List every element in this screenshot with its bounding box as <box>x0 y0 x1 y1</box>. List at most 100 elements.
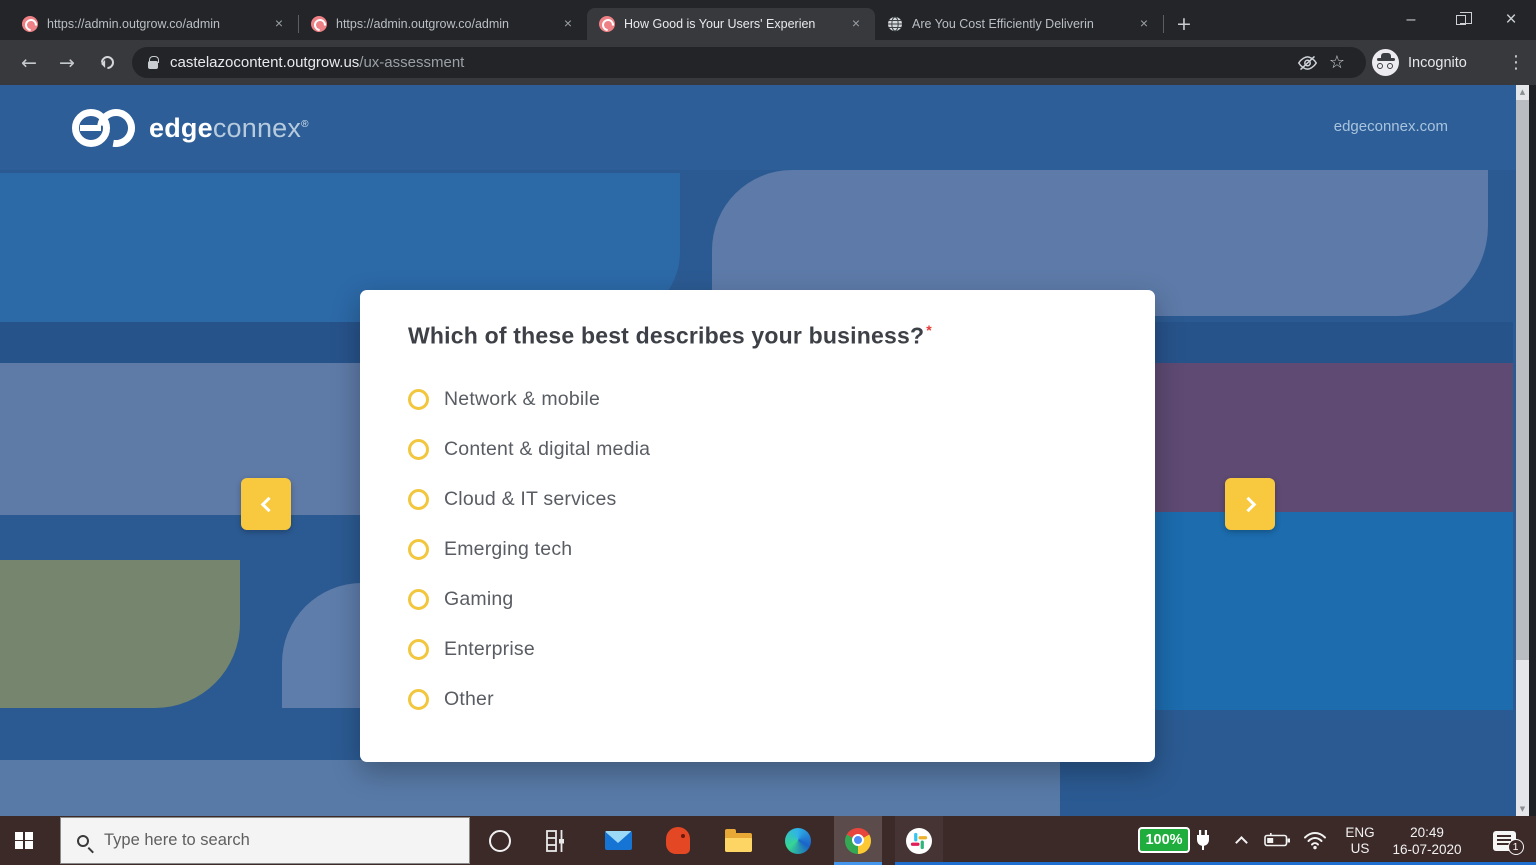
eye-hidden-button[interactable] <box>1292 48 1322 78</box>
tray-expand-button[interactable] <box>1226 816 1256 865</box>
site-link[interactable]: edgeconnex.com <box>1334 118 1448 135</box>
radio-icon[interactable] <box>408 489 429 510</box>
question-text: Which of these best describes your busin… <box>408 322 932 350</box>
option-cloud-it-services[interactable]: Cloud & IT services <box>408 474 650 524</box>
language-indicator[interactable]: ENG US <box>1340 816 1380 865</box>
minimize-button[interactable]: – <box>1386 0 1436 40</box>
taskbar-search[interactable] <box>60 817 470 864</box>
battery-icon <box>1264 833 1291 848</box>
options-list: Network & mobile Content & digital media… <box>408 374 650 724</box>
radio-icon[interactable] <box>408 389 429 410</box>
scroll-down-arrow[interactable]: ▼ <box>1516 802 1529 816</box>
tab-close-icon[interactable]: × <box>1135 15 1153 33</box>
tab-title: Are You Cost Efficiently Deliverin <box>912 17 1135 31</box>
radio-icon[interactable] <box>408 689 429 710</box>
scrollbar-thumb[interactable] <box>1516 100 1529 660</box>
tab-close-icon[interactable]: × <box>559 15 577 33</box>
mail-app-button[interactable] <box>594 816 642 865</box>
incognito-badge: Incognito <box>1372 40 1467 85</box>
site-header: edgeconnex® edgeconnex.com <box>0 85 1536 170</box>
radio-icon[interactable] <box>408 539 429 560</box>
scroll-up-arrow[interactable]: ▲ <box>1516 85 1529 99</box>
incognito-label: Incognito <box>1408 55 1467 71</box>
cortana-icon <box>489 830 511 852</box>
tab-close-icon[interactable]: × <box>847 15 865 33</box>
lock-icon[interactable] <box>148 61 158 69</box>
tab-admin-outgrow-1[interactable]: https://admin.outgrow.co/admin × <box>10 8 298 40</box>
power-plug-indicator <box>1192 816 1214 865</box>
file-explorer-button[interactable] <box>714 816 762 865</box>
tab-ux-assessment-active[interactable]: How Good is Your Users' Experien × <box>587 8 875 40</box>
chrome-browser-button[interactable] <box>834 816 882 865</box>
task-view-button[interactable] <box>532 816 580 865</box>
bookmark-star-icon[interactable]: ☆ <box>1322 48 1352 78</box>
plug-icon <box>1196 830 1210 852</box>
chevron-left-icon <box>260 496 276 512</box>
tab-close-icon[interactable]: × <box>270 15 288 33</box>
edge-icon <box>785 828 811 854</box>
bg-shape-purple-band <box>1100 363 1513 512</box>
outgrow-favicon-icon <box>311 16 327 32</box>
language-code: ENG <box>1345 825 1374 841</box>
search-icon <box>77 835 89 847</box>
option-enterprise[interactable]: Enterprise <box>408 624 650 674</box>
date-text: 16-07-2020 <box>1392 841 1461 858</box>
slack-app-button[interactable] <box>895 816 943 865</box>
tab-admin-outgrow-2[interactable]: https://admin.outgrow.co/admin × <box>299 8 587 40</box>
url-text: castelazocontent.outgrow.us/ux-assessmen… <box>170 54 1292 71</box>
chrome-icon <box>845 828 871 854</box>
bg-shape-bright-blue <box>1100 512 1513 710</box>
next-button[interactable] <box>1225 478 1275 530</box>
taskbar: 100% <box>0 816 1536 865</box>
slack-icon <box>906 828 932 854</box>
browser-menu-button[interactable]: ⋮ <box>1496 40 1536 85</box>
option-network-mobile[interactable]: Network & mobile <box>408 374 650 424</box>
url-path: /ux-assessment <box>359 54 464 71</box>
search-input[interactable] <box>102 830 432 851</box>
radio-icon[interactable] <box>408 589 429 610</box>
task-view-icon <box>545 828 567 854</box>
reload-icon <box>98 53 116 71</box>
bg-shape-left-slate-band <box>0 363 360 515</box>
tab-title: https://admin.outgrow.co/admin <box>47 17 270 31</box>
wifi-status-button[interactable] <box>1298 816 1332 865</box>
clock[interactable]: 20:49 16-07-2020 <box>1384 816 1470 865</box>
option-content-digital-media[interactable]: Content & digital media <box>408 424 650 474</box>
option-emerging-tech[interactable]: Emerging tech <box>408 524 650 574</box>
new-tab-button[interactable]: + <box>1170 10 1198 38</box>
mail-icon <box>605 831 632 850</box>
back-button[interactable]: ← <box>12 40 46 85</box>
tab-title: https://admin.outgrow.co/admin <box>336 17 559 31</box>
brand-text: edgeconnex® <box>149 113 309 144</box>
required-asterisk: * <box>926 322 932 338</box>
notification-center-button[interactable]: 1 <box>1482 816 1526 865</box>
edge-browser-button[interactable] <box>774 816 822 865</box>
survey-card: Which of these best describes your busin… <box>360 290 1155 762</box>
battery-status-button[interactable] <box>1258 816 1296 865</box>
wifi-icon <box>1303 831 1327 850</box>
tab-cost-efficiency[interactable]: Are You Cost Efficiently Deliverin × <box>875 8 1163 40</box>
option-other[interactable]: Other <box>408 674 650 724</box>
cortana-button[interactable] <box>476 816 524 865</box>
chevron-up-icon <box>1235 836 1248 849</box>
bg-shape-green <box>0 560 240 708</box>
reload-button[interactable] <box>90 40 124 85</box>
outgrow-favicon-icon <box>22 16 38 32</box>
notification-icon: 1 <box>1493 831 1516 851</box>
red-mascot-app-button[interactable] <box>654 816 702 865</box>
tab-title: How Good is Your Users' Experien <box>624 17 847 31</box>
forward-button[interactable]: → <box>50 40 84 85</box>
tab-strip: https://admin.outgrow.co/admin × https:/… <box>10 8 1198 40</box>
address-bar[interactable]: castelazocontent.outgrow.us/ux-assessmen… <box>132 47 1366 78</box>
start-button[interactable] <box>0 816 48 865</box>
prev-button[interactable] <box>241 478 291 530</box>
radio-icon[interactable] <box>408 439 429 460</box>
url-host: castelazocontent.outgrow.us <box>170 54 359 71</box>
windows-logo-icon <box>15 832 33 850</box>
radio-icon[interactable] <box>408 639 429 660</box>
page-scrollbar[interactable]: ▲ ▼ <box>1516 85 1529 816</box>
option-gaming[interactable]: Gaming <box>408 574 650 624</box>
close-button[interactable]: × <box>1486 0 1536 40</box>
restore-button[interactable] <box>1436 0 1486 40</box>
eye-slash-icon <box>1297 55 1318 71</box>
